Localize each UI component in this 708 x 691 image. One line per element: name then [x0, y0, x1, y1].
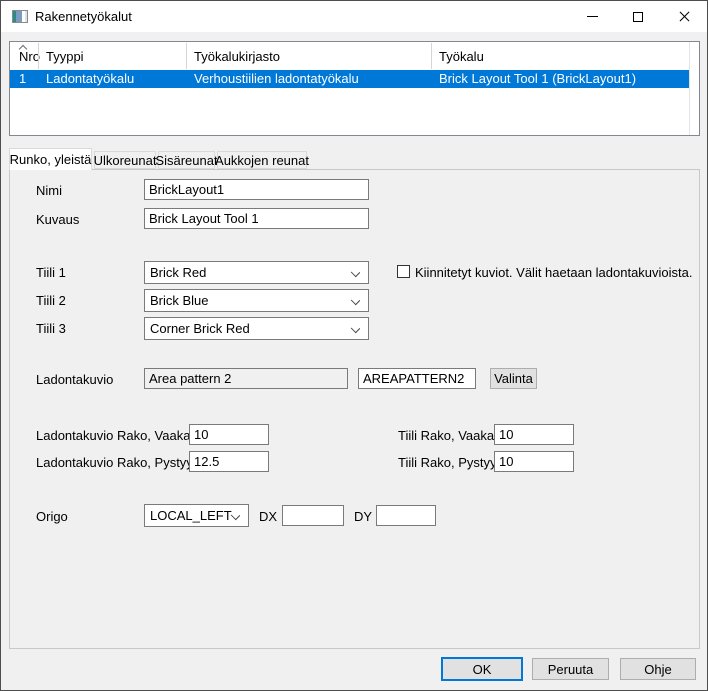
chevron-down-icon — [351, 296, 360, 305]
cell-tyyppi: Ladontatyökalu — [46, 71, 134, 86]
cell-tyokalukirjasto: Verhoustiilien ladontatyökalu — [194, 71, 359, 86]
tab-sisareunat[interactable]: Sisäreunat — [158, 151, 215, 169]
table-row-selected[interactable]: 1 Ladontatyökalu Verhoustiilien ladontat… — [10, 70, 689, 88]
column-header-tyyppi[interactable]: Tyyppi — [46, 42, 186, 70]
cell-nro: 1 — [19, 71, 26, 86]
tool-list: Nro Tyyppi Työkalukirjasto Työkalu 1 Lad… — [9, 41, 700, 136]
tiili-rako-pystyyn-label: Tiili Rako, Pystyyn — [398, 455, 504, 470]
chevron-down-icon — [231, 511, 240, 520]
ladontakuvio-code-field[interactable] — [358, 368, 476, 389]
tab-ulkoreunat[interactable]: Ulkoreunat — [94, 151, 156, 169]
dx-field[interactable] — [282, 505, 344, 526]
close-icon — [679, 11, 690, 22]
column-header-tyokalukirjasto[interactable]: Työkalukirjasto — [194, 42, 431, 70]
ok-button[interactable]: OK — [441, 657, 523, 681]
ladontakuvio-rako-pystyyn-field[interactable] — [189, 451, 269, 472]
tiili-rako-vaakaan-field[interactable] — [494, 424, 574, 445]
ladontakuvio-label: Ladontakuvio — [36, 372, 113, 387]
column-header-tyokalu[interactable]: Työkalu — [439, 42, 687, 70]
maximize-icon — [633, 12, 643, 22]
dy-label: DY — [354, 509, 372, 524]
origo-value: LOCAL_LEFT — [150, 508, 232, 523]
ladontakuvio-rako-vaakaan-field[interactable] — [189, 424, 269, 445]
kiinnitetyt-kuviot-checkbox[interactable] — [397, 265, 410, 278]
tab-panel — [9, 169, 700, 649]
dx-label: DX — [259, 509, 277, 524]
origo-label: Origo — [36, 509, 68, 524]
tiili1-select[interactable]: Brick Red — [144, 261, 369, 284]
ladontakuvio-rako-vaakaan-label: Ladontakuvio Rako, Vaakaan — [36, 428, 205, 443]
window-title: Rakennetyökalut — [35, 9, 132, 24]
column-divider[interactable] — [431, 43, 432, 69]
column-divider[interactable] — [689, 42, 690, 135]
chevron-down-icon — [351, 268, 360, 277]
column-divider[interactable] — [38, 43, 39, 69]
kuvaus-label: Kuvaus — [36, 212, 79, 227]
maximize-button[interactable] — [615, 1, 661, 32]
caption-buttons — [569, 1, 707, 32]
peruuta-button[interactable]: Peruuta — [532, 658, 609, 680]
origo-select[interactable]: LOCAL_LEFT — [144, 504, 249, 527]
tiili2-label: Tiili 2 — [36, 293, 66, 308]
tiili3-value: Corner Brick Red — [150, 321, 250, 336]
ladontakuvio-rako-pystyyn-label: Ladontakuvio Rako, Pystyyn — [36, 455, 200, 470]
valinta-button[interactable]: Valinta — [490, 368, 537, 389]
ladontakuvio-name-field[interactable] — [144, 368, 348, 389]
tiili-rako-pystyyn-field[interactable] — [494, 451, 574, 472]
tiili1-label: Tiili 1 — [36, 265, 66, 280]
tiili3-label: Tiili 3 — [36, 321, 66, 336]
kiinnitetyt-kuviot-label: Kiinnitetyt kuviot. Välit haetaan ladont… — [415, 265, 693, 280]
tiili1-value: Brick Red — [150, 265, 206, 280]
tiili3-select[interactable]: Corner Brick Red — [144, 317, 369, 340]
tiili-rako-vaakaan-label: Tiili Rako, Vaakaan — [398, 428, 509, 443]
dy-field[interactable] — [376, 505, 436, 526]
column-divider[interactable] — [186, 43, 187, 69]
minimize-button[interactable] — [569, 1, 615, 32]
kuvaus-field[interactable] — [144, 208, 369, 229]
tab-aukkojen-reunat[interactable]: Aukkojen reunat — [217, 151, 307, 169]
nimi-field[interactable] — [144, 179, 369, 200]
minimize-icon — [587, 16, 598, 17]
tab-strip: Runko, yleistä Ulkoreunat Sisäreunat Auk… — [9, 148, 700, 170]
tab-runko-yleista[interactable]: Runko, yleistä — [9, 148, 92, 170]
nimi-label: Nimi — [36, 183, 62, 198]
dialog-rakennetyokalut: Rakennetyökalut Nro Tyyppi Työkalukirjas… — [0, 0, 708, 691]
app-icon — [12, 10, 28, 23]
tiili2-value: Brick Blue — [150, 293, 209, 308]
cell-tyokalu: Brick Layout Tool 1 (BrickLayout1) — [439, 71, 636, 86]
column-header-nro[interactable]: Nro — [19, 42, 38, 70]
close-button[interactable] — [661, 1, 707, 32]
ohje-button[interactable]: Ohje — [620, 658, 696, 680]
title-bar[interactable]: Rakennetyökalut — [1, 1, 707, 32]
chevron-down-icon — [351, 324, 360, 333]
tiili2-select[interactable]: Brick Blue — [144, 289, 369, 312]
